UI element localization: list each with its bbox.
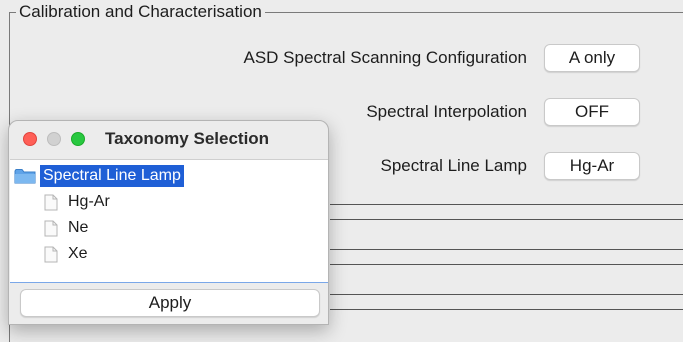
spectral-line-lamp-label: Spectral Line Lamp — [380, 156, 527, 175]
spectral-line-lamp-button[interactable]: Hg-Ar — [544, 152, 640, 180]
apply-button[interactable]: Apply — [20, 289, 320, 317]
spectral-interpolation-label: Spectral Interpolation — [366, 102, 527, 121]
divider-line — [330, 204, 683, 205]
divider-line — [330, 249, 683, 250]
group-title: Calibration and Characterisation — [16, 2, 265, 22]
file-icon — [44, 220, 58, 237]
taxonomy-tree[interactable]: Spectral Line Lamp Hg-Ar Ne Xe — [10, 159, 328, 283]
minimize-window-icon[interactable] — [47, 132, 61, 146]
file-icon — [44, 246, 58, 263]
divider-line — [330, 219, 683, 220]
scanning-configuration-label: ASD Spectral Scanning Configuration — [243, 48, 528, 67]
tree-root-label: Spectral Line Lamp — [40, 165, 184, 187]
scanning-configuration-button[interactable]: A only — [544, 44, 640, 72]
close-window-icon[interactable] — [23, 132, 37, 146]
file-icon — [44, 194, 58, 211]
tree-leaf-label: Ne — [68, 219, 89, 236]
dialog-titlebar[interactable]: Taxonomy Selection — [9, 121, 328, 157]
spectral-interpolation-button[interactable]: OFF — [544, 98, 640, 126]
zoom-window-icon[interactable] — [71, 132, 85, 146]
divider-line — [330, 264, 683, 265]
taxonomy-selection-dialog: Taxonomy Selection Spectral Line Lamp Hg… — [8, 120, 329, 325]
divider-line — [330, 294, 683, 295]
tree-leaf-label: Hg-Ar — [68, 193, 110, 210]
folder-icon — [14, 169, 36, 184]
row-scanning-configuration: ASD Spectral Scanning Configuration A on… — [0, 44, 683, 74]
dialog-title: Taxonomy Selection — [105, 129, 270, 148]
tree-leaf-label: Xe — [68, 245, 88, 262]
divider-line — [330, 309, 683, 310]
